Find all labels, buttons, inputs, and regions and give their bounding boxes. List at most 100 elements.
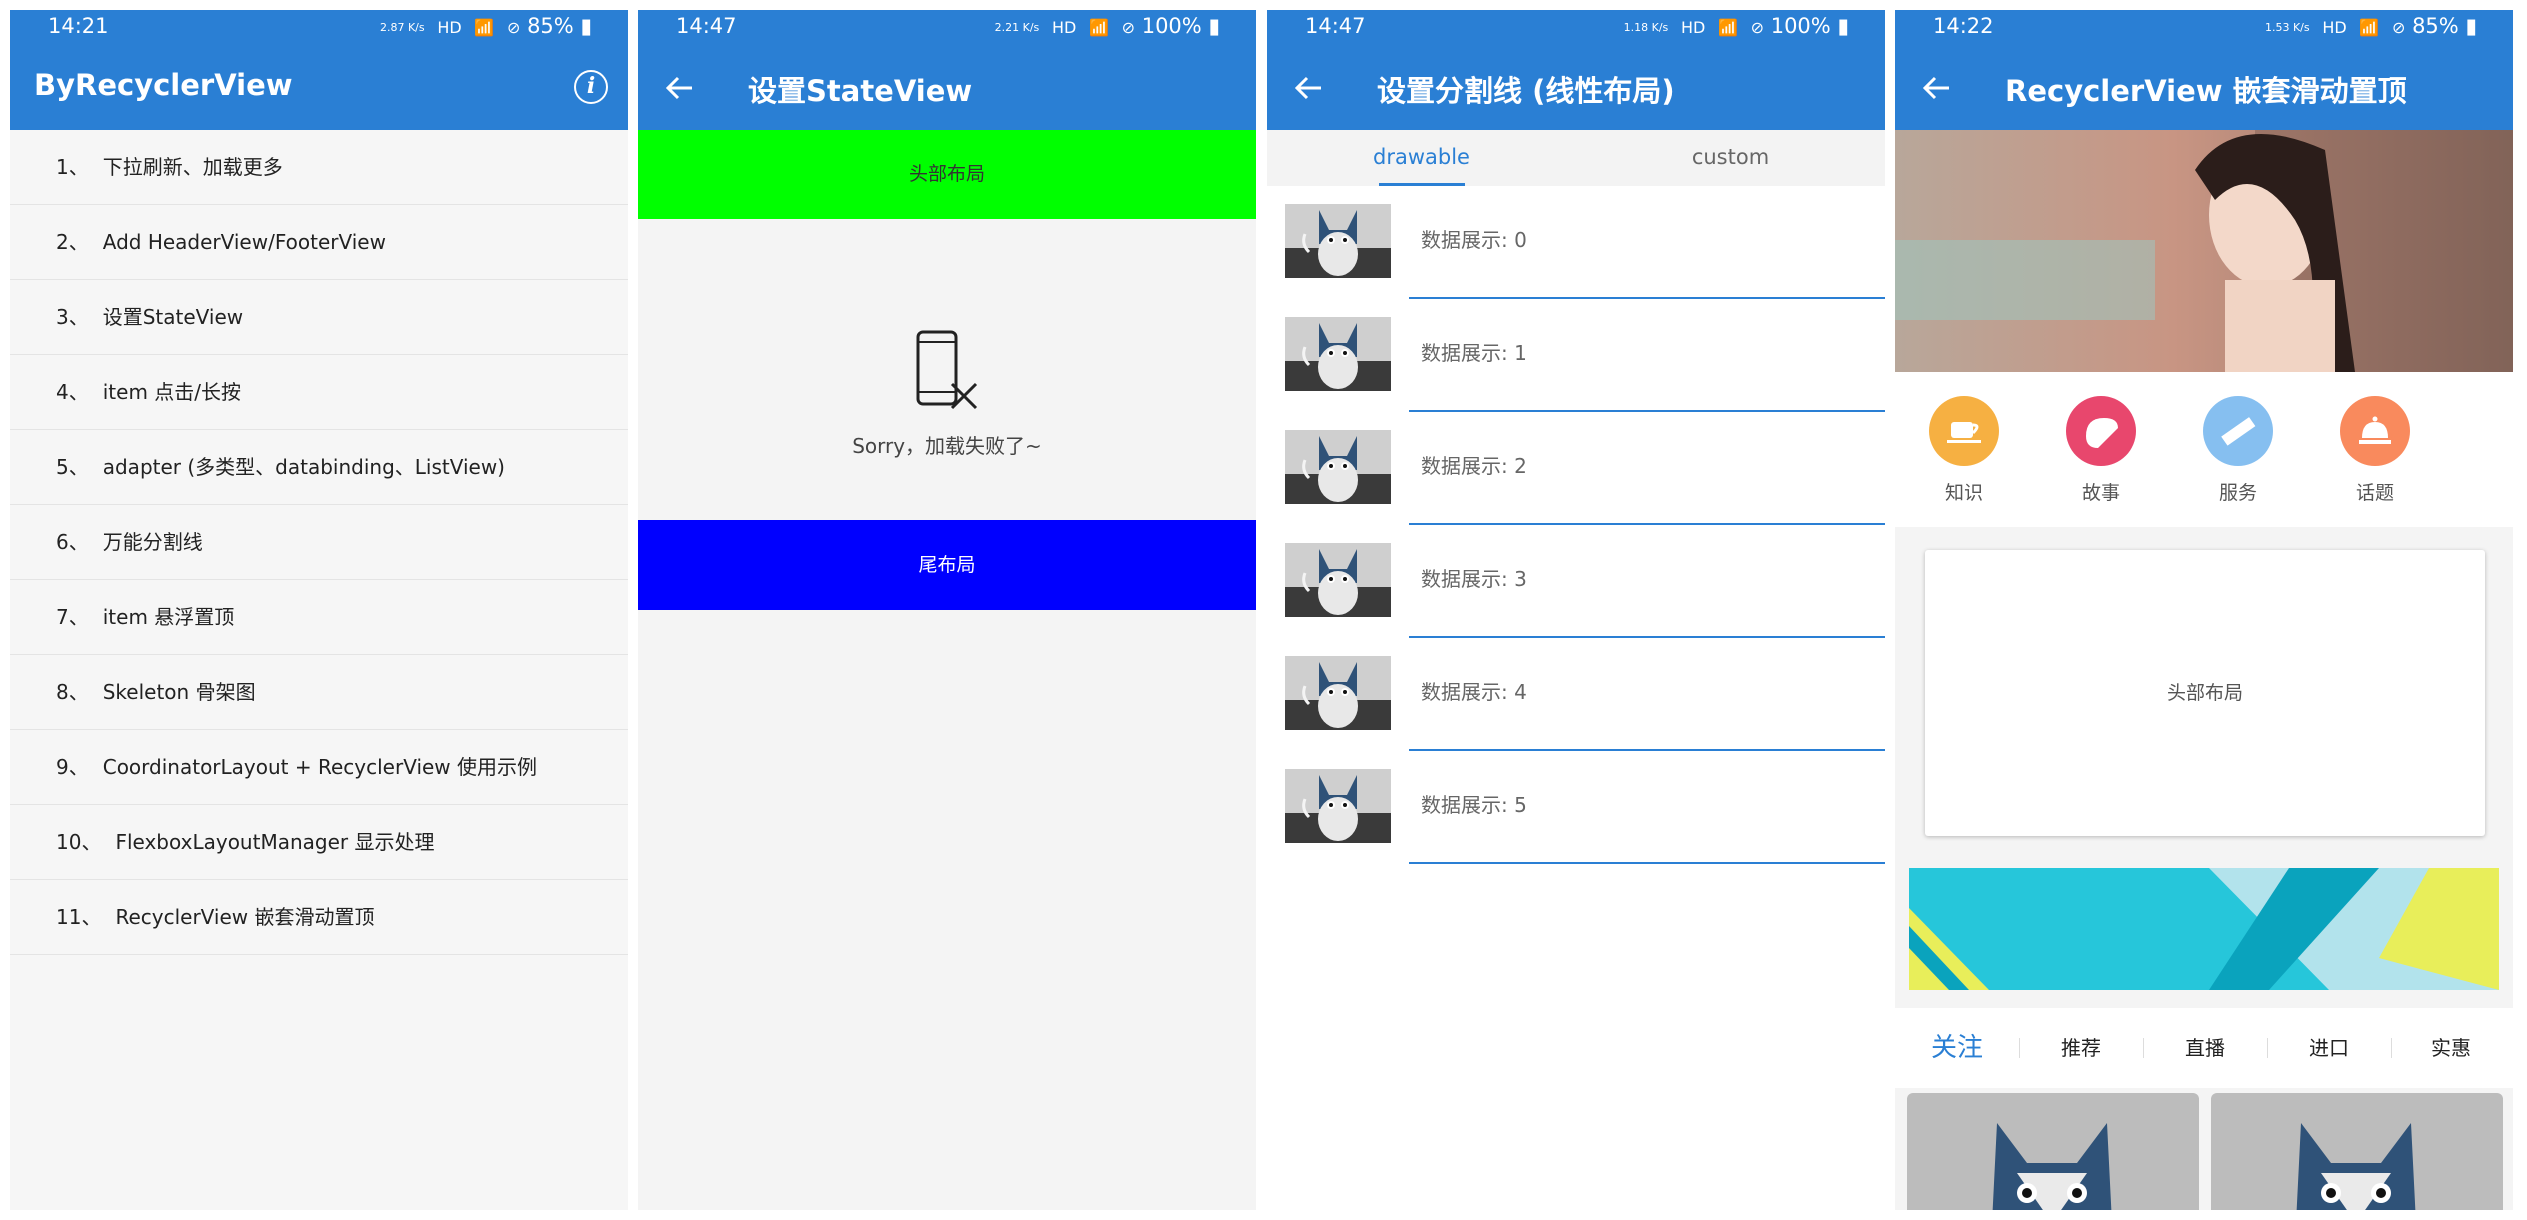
tab-drawable[interactable]: drawable xyxy=(1267,130,1576,186)
menu-item[interactable]: 11、 RecyclerView 嵌套滑动置顶 xyxy=(10,880,628,955)
menu-item[interactable]: 2、 Add HeaderView/FooterView xyxy=(10,205,628,280)
category-row: 知识 故事 服务 话题 xyxy=(1895,372,2513,527)
status-indicators: 2.21 K/s HD 📶 ⊘ 100% ▮ xyxy=(995,14,1220,38)
network-speed: 2.21 K/s xyxy=(994,21,1040,34)
status-indicators: 1.18 K/s HD 📶 ⊘ 100% ▮ xyxy=(1624,14,1849,38)
grid-card-image[interactable] xyxy=(1907,1093,2199,1210)
phone-error-icon xyxy=(916,330,978,410)
do-not-disturb-icon: ⊘ xyxy=(1750,18,1765,37)
battery-percent: 100% xyxy=(1770,14,1831,38)
category-story[interactable]: 故事 xyxy=(2046,396,2156,505)
list-item[interactable]: 数据展示: 5 xyxy=(1267,751,1885,864)
back-arrow-icon[interactable] xyxy=(660,68,700,108)
list-item[interactable]: 数据展示: 0 xyxy=(1267,186,1885,299)
menu-item[interactable]: 10、 FlexboxLayoutManager 显示处理 xyxy=(10,805,628,880)
screen-title: RecyclerView 嵌套滑动置顶 xyxy=(2005,74,2407,108)
menu-item[interactable]: 5、 adapter (多类型、databinding、ListView) xyxy=(10,430,628,505)
list-item[interactable]: 数据展示: 1 xyxy=(1267,299,1885,412)
category-label: 服务 xyxy=(2218,482,2257,504)
menu-item-number: 3、 xyxy=(56,305,89,329)
battery-icon: ▮ xyxy=(2465,14,2477,38)
battery-icon: ▮ xyxy=(1837,14,1849,38)
tab-recommend[interactable]: 推荐 xyxy=(2019,1008,2143,1088)
menu-item[interactable]: 8、 Skeleton 骨架图 xyxy=(10,655,628,730)
status-bar: 14:22 1.53 K/s HD 📶 ⊘ 85% ▮ xyxy=(1895,10,2513,46)
battery-icon: ▮ xyxy=(580,14,592,38)
battery-percent: 100% xyxy=(1141,14,1202,38)
feed-tabs: 关注 推荐 直播 进口 实惠 xyxy=(1895,1008,2513,1088)
list-item-label: 数据展示: 1 xyxy=(1421,341,1527,365)
app-bar: RecyclerView 嵌套滑动置顶 xyxy=(1895,46,2513,130)
menu-item[interactable]: 1、 下拉刷新、加载更多 xyxy=(10,130,628,205)
tab-live[interactable]: 直播 xyxy=(2143,1008,2267,1088)
bell-icon xyxy=(2340,396,2410,466)
material-banner-image[interactable] xyxy=(1909,868,2499,990)
network-speed: 1.18 K/s xyxy=(1623,21,1669,34)
menu-item[interactable]: 3、 设置StateView xyxy=(10,280,628,355)
thumbnail-image xyxy=(1285,204,1391,278)
list-item[interactable]: 数据展示: 4 xyxy=(1267,638,1885,751)
list-item-label: 数据展示: 0 xyxy=(1421,228,1527,252)
menu-item-label: Skeleton 骨架图 xyxy=(102,680,256,704)
do-not-disturb-icon: ⊘ xyxy=(506,18,521,37)
menu-item-number: 7、 xyxy=(56,605,89,629)
category-label: 话题 xyxy=(2355,482,2394,504)
menu-item[interactable]: 9、 CoordinatorLayout + RecyclerView 使用示例 xyxy=(10,730,628,805)
wifi-icon: 📶 xyxy=(1089,18,1109,37)
list-item-label: 数据展示: 3 xyxy=(1421,567,1527,591)
header-card: 头部布局 xyxy=(1925,550,2485,836)
app-bar: ByRecyclerView i xyxy=(10,46,628,130)
tab-deals[interactable]: 实惠 xyxy=(2389,1008,2513,1088)
back-arrow-icon[interactable] xyxy=(1917,68,1957,108)
bread-icon xyxy=(2066,396,2136,466)
status-indicators: 1.53 K/s HD 📶 ⊘ 85% ▮ xyxy=(2265,14,2477,38)
menu-item-label: 设置StateView xyxy=(102,305,244,329)
category-knowledge[interactable]: 知识 xyxy=(1909,396,2019,505)
error-message: Sorry，加载失败了~ xyxy=(852,434,1042,458)
menu-item-label: CoordinatorLayout + RecyclerView 使用示例 xyxy=(102,755,538,779)
menu-item-label: Add HeaderView/FooterView xyxy=(102,230,386,254)
status-bar: 14:47 2.21 K/s HD 📶 ⊘ 100% ▮ xyxy=(638,10,1256,46)
tab-import[interactable]: 进口 xyxy=(2267,1008,2391,1088)
phone-screen-stateview: 14:47 2.21 K/s HD 📶 ⊘ 100% ▮ 设置StateView… xyxy=(638,10,1256,1210)
banner-photo[interactable] xyxy=(1895,130,2513,372)
list-item-label: 数据展示: 2 xyxy=(1421,454,1527,478)
menu-item-number: 10、 xyxy=(56,830,102,854)
hd-label: HD xyxy=(1680,18,1706,37)
menu-item[interactable]: 4、 item 点击/长按 xyxy=(10,355,628,430)
phone-screen-main-menu: 14:21 2.87 K/s HD 📶 ⊘ 85% ▮ ByRecyclerVi… xyxy=(10,10,628,1210)
phone-screen-divider: 14:47 1.18 K/s HD 📶 ⊘ 100% ▮ 设置分割线 (线性布局… xyxy=(1267,10,1885,1210)
demo-menu-list: 1、 下拉刷新、加载更多 2、 Add HeaderView/FooterView 3、… xyxy=(10,130,628,955)
list-item[interactable]: 数据展示: 3 xyxy=(1267,525,1885,638)
menu-item-number: 9、 xyxy=(56,755,89,779)
menu-item-number: 2、 xyxy=(56,230,89,254)
category-topic[interactable]: 话题 xyxy=(2320,396,2430,505)
wifi-icon: 📶 xyxy=(1718,18,1738,37)
category-label: 故事 xyxy=(2081,482,2120,504)
back-arrow-icon[interactable] xyxy=(1289,68,1329,108)
status-time: 14:22 xyxy=(1933,14,1994,38)
list-item-label: 数据展示: 5 xyxy=(1421,793,1527,817)
thumbnail-image xyxy=(1285,656,1391,730)
tab-follow[interactable]: 关注 xyxy=(1895,1008,2019,1088)
do-not-disturb-icon: ⊘ xyxy=(1121,18,1136,37)
info-icon[interactable]: i xyxy=(574,70,608,104)
menu-item[interactable]: 6、 万能分割线 xyxy=(10,505,628,580)
hd-label: HD xyxy=(2322,18,2347,37)
menu-item-label: FlexboxLayoutManager 显示处理 xyxy=(115,830,435,854)
menu-item-label: 下拉刷新、加载更多 xyxy=(102,155,283,179)
tab-custom[interactable]: custom xyxy=(1576,130,1885,186)
app-title: ByRecyclerView xyxy=(34,68,293,102)
screen-title: 设置StateView xyxy=(748,74,973,108)
status-time: 14:47 xyxy=(1305,14,1366,38)
menu-item-label: item 悬浮置顶 xyxy=(102,605,235,629)
wifi-icon: 📶 xyxy=(2359,18,2380,37)
category-service[interactable]: 服务 xyxy=(2183,396,2293,505)
menu-item[interactable]: 7、 item 悬浮置顶 xyxy=(10,580,628,655)
grid-card-image[interactable] xyxy=(2211,1093,2503,1210)
status-time: 14:21 xyxy=(48,14,109,38)
list-divider xyxy=(1409,862,1885,864)
list-item[interactable]: 数据展示: 2 xyxy=(1267,412,1885,525)
menu-item-label: RecyclerView 嵌套滑动置顶 xyxy=(115,905,375,929)
battery-percent: 85% xyxy=(2412,14,2459,38)
